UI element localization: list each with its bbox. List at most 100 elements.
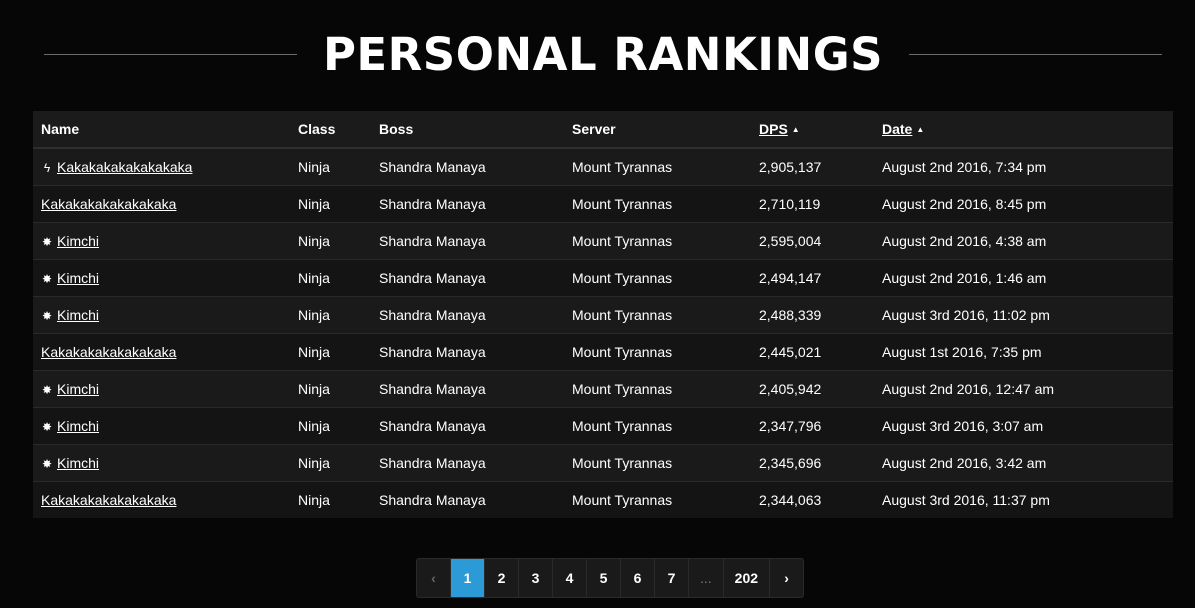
table-header: Name Class Boss Server DPS ▲ Date ▲ — [33, 111, 1173, 149]
cell-boss: Shandra Manaya — [371, 332, 564, 370]
cell-boss: Shandra Manaya — [371, 295, 564, 333]
cell-date: August 2nd 2016, 7:34 pm — [874, 147, 1173, 185]
cell-class: Ninja — [290, 332, 371, 370]
table-row: ϟ Kakakakakakakakaka Ninja Shandra Manaya Mo… — [33, 147, 1173, 185]
rankings-table-container: Name Class Boss Server DPS ▲ Date ▲ ϟ Kakak… — [33, 111, 1173, 518]
cell-class: Ninja — [290, 406, 371, 444]
player-name-link[interactable]: Kimchi — [57, 270, 99, 286]
cell-boss: Shandra Manaya — [371, 258, 564, 296]
prev-page-button[interactable]: ‹ — [417, 559, 451, 597]
table-row: Kakakakakakakakaka Ninja Shandra Manaya Mou… — [33, 480, 1173, 518]
sort-ascending-icon: ▲ — [791, 125, 800, 134]
column-header-class: Class — [290, 111, 371, 149]
cell-class: Ninja — [290, 480, 371, 518]
burst-star-icon: ✸ — [41, 271, 53, 286]
cell-class: Ninja — [290, 295, 371, 333]
burst-star-icon: ✸ — [41, 308, 53, 323]
table-row: ✸ Kimchi Ninja Shandra Manaya Mount Tyrannas… — [33, 369, 1173, 407]
cell-date: August 2nd 2016, 1:46 am — [874, 258, 1173, 296]
cell-name: ✸ Kimchi — [33, 221, 290, 259]
sort-date-link[interactable]: Date — [882, 121, 912, 137]
cell-name: ϟ Kakakakakakakakaka — [33, 147, 290, 185]
cell-name: Kakakakakakakakaka — [33, 480, 290, 518]
cell-server: Mount Tyrannas — [564, 406, 751, 444]
cell-boss: Shandra Manaya — [371, 406, 564, 444]
cell-server: Mount Tyrannas — [564, 221, 751, 259]
cell-boss: Shandra Manaya — [371, 221, 564, 259]
header-row: Name Class Boss Server DPS ▲ Date ▲ — [33, 111, 1173, 149]
rankings-table: Name Class Boss Server DPS ▲ Date ▲ ϟ Kakak… — [33, 111, 1173, 518]
page-header: PERSONAL RANKINGS — [44, 22, 1162, 86]
cell-dps: 2,710,119 — [751, 184, 874, 222]
page-button-2[interactable]: 2 — [485, 559, 519, 597]
player-name-link[interactable]: Kakakakakakakakaka — [57, 159, 192, 175]
page-title: PERSONAL RANKINGS — [322, 27, 884, 81]
player-name-link[interactable]: Kimchi — [57, 381, 99, 397]
player-name-link[interactable]: Kimchi — [57, 233, 99, 249]
table-row: Kakakakakakakakaka Ninja Shandra Manaya Mou… — [33, 332, 1173, 370]
cell-dps: 2,905,137 — [751, 147, 874, 185]
cell-dps: 2,344,063 — [751, 480, 874, 518]
cell-name: Kakakakakakakakaka — [33, 184, 290, 222]
column-header-date[interactable]: Date ▲ — [874, 111, 1173, 149]
table-row: ✸ Kimchi Ninja Shandra Manaya Mount Tyrannas… — [33, 406, 1173, 444]
cell-name: ✸ Kimchi — [33, 443, 290, 481]
column-header-dps[interactable]: DPS ▲ — [751, 111, 874, 149]
cell-date: August 3rd 2016, 11:02 pm — [874, 295, 1173, 333]
page-button-7[interactable]: 7 — [655, 559, 689, 597]
cell-boss: Shandra Manaya — [371, 480, 564, 518]
burst-star-icon: ✸ — [41, 419, 53, 434]
page-button-3[interactable]: 3 — [519, 559, 553, 597]
page-button-6[interactable]: 6 — [621, 559, 655, 597]
cell-date: August 2nd 2016, 4:38 am — [874, 221, 1173, 259]
cell-name: Kakakakakakakakaka — [33, 332, 290, 370]
cell-dps: 2,405,942 — [751, 369, 874, 407]
cell-dps: 2,445,021 — [751, 332, 874, 370]
cell-dps: 2,595,004 — [751, 221, 874, 259]
cell-boss: Shandra Manaya — [371, 443, 564, 481]
table-row: ✸ Kimchi Ninja Shandra Manaya Mount Tyrannas… — [33, 258, 1173, 296]
cell-class: Ninja — [290, 147, 371, 185]
title-divider-left — [44, 53, 297, 55]
cell-name: ✸ Kimchi — [33, 369, 290, 407]
cell-date: August 2nd 2016, 8:45 pm — [874, 184, 1173, 222]
cell-server: Mount Tyrannas — [564, 369, 751, 407]
cell-dps: 2,347,796 — [751, 406, 874, 444]
cell-date: August 2nd 2016, 12:47 am — [874, 369, 1173, 407]
cell-date: August 3rd 2016, 3:07 am — [874, 406, 1173, 444]
burst-star-icon: ✸ — [41, 382, 53, 397]
cell-name: ✸ Kimchi — [33, 406, 290, 444]
player-name-link[interactable]: Kakakakakakakakaka — [41, 492, 176, 508]
cell-server: Mount Tyrannas — [564, 147, 751, 185]
cell-boss: Shandra Manaya — [371, 184, 564, 222]
next-page-button[interactable]: › — [770, 559, 803, 597]
player-name-link[interactable]: Kimchi — [57, 418, 99, 434]
cell-class: Ninja — [290, 184, 371, 222]
table-row: ✸ Kimchi Ninja Shandra Manaya Mount Tyrannas… — [33, 221, 1173, 259]
sort-dps-link[interactable]: DPS — [759, 121, 788, 137]
table-body: ϟ Kakakakakakakakaka Ninja Shandra Manaya Mo… — [33, 147, 1173, 518]
cell-date: August 3rd 2016, 11:37 pm — [874, 480, 1173, 518]
player-name-link[interactable]: Kimchi — [57, 455, 99, 471]
page-button-last[interactable]: 202 — [724, 559, 771, 597]
cell-class: Ninja — [290, 443, 371, 481]
player-name-link[interactable]: Kakakakakakakakaka — [41, 196, 176, 212]
cell-server: Mount Tyrannas — [564, 443, 751, 481]
page-button-1[interactable]: 1 — [451, 559, 485, 597]
cell-server: Mount Tyrannas — [564, 295, 751, 333]
player-name-link[interactable]: Kimchi — [57, 307, 99, 323]
column-header-boss: Boss — [371, 111, 564, 149]
page-button-4[interactable]: 4 — [553, 559, 587, 597]
cell-boss: Shandra Manaya — [371, 369, 564, 407]
player-name-link[interactable]: Kakakakakakakakaka — [41, 344, 176, 360]
burst-star-icon: ✸ — [41, 234, 53, 249]
cell-dps: 2,488,339 — [751, 295, 874, 333]
cell-class: Ninja — [290, 221, 371, 259]
page-button-5[interactable]: 5 — [587, 559, 621, 597]
cell-dps: 2,345,696 — [751, 443, 874, 481]
cell-date: August 1st 2016, 7:35 pm — [874, 332, 1173, 370]
cell-name: ✸ Kimchi — [33, 258, 290, 296]
lightning-bolt-icon: ϟ — [43, 160, 51, 175]
cell-server: Mount Tyrannas — [564, 258, 751, 296]
cell-name: ✸ Kimchi — [33, 295, 290, 333]
